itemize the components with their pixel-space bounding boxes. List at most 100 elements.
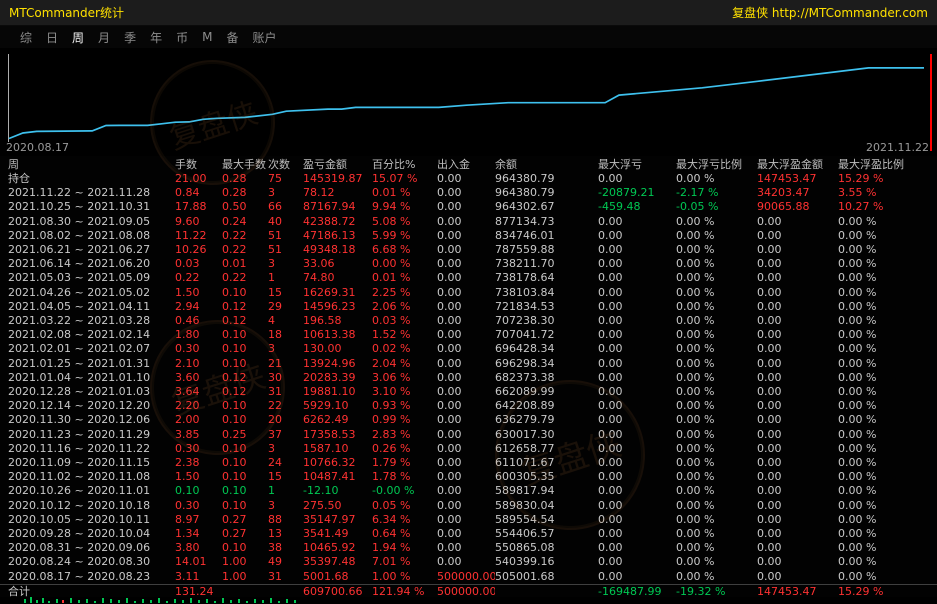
menu-item-m[interactable]: M (195, 30, 219, 44)
cell-count: 18 (268, 328, 303, 342)
cell-max-float-loss-ratio: 0.00 % (676, 215, 757, 229)
cell-lots: 0.30 (175, 342, 222, 356)
menu-item-bi[interactable]: 币 (169, 29, 195, 46)
cell-max-float-loss: 0.00 (598, 484, 676, 498)
cell-max-lots: 0.25 (222, 428, 268, 442)
cell-count: 24 (268, 456, 303, 470)
menu-item-ji[interactable]: 季 (117, 29, 143, 46)
cell-count: 3 (268, 257, 303, 271)
mini-bar (102, 598, 104, 603)
cell-count: 1 (268, 484, 303, 498)
table-row[interactable]: 2021.06.21 ~ 2021.06.2710.260.225149348.… (0, 243, 937, 257)
table-row[interactable]: 2021.05.03 ~ 2021.05.090.220.22174.800.0… (0, 271, 937, 285)
table-row[interactable]: 2021.04.26 ~ 2021.05.021.500.101516269.3… (0, 286, 937, 300)
equity-chart[interactable]: 2020.08.17 2021.11.22 (0, 48, 937, 156)
menu-item-ri[interactable]: 日 (39, 29, 65, 46)
table-row[interactable]: 2020.09.28 ~ 2020.10.041.340.27133541.49… (0, 527, 937, 541)
table-row[interactable]: 2021.10.25 ~ 2021.10.3117.880.506687167.… (0, 200, 937, 214)
col-header-max-float-profit-ratio[interactable]: 最大浮盈比例 (838, 156, 937, 172)
table-row[interactable]: 2021.02.01 ~ 2021.02.070.300.103130.000.… (0, 342, 937, 356)
cell-pl-amount: 47186.13 (303, 229, 372, 243)
table-row[interactable]: 2021.03.22 ~ 2021.03.280.460.124196.580.… (0, 314, 937, 328)
cell-balance: 707041.72 (495, 328, 598, 342)
col-header-week[interactable]: 周 (0, 156, 175, 172)
cell-deposit: 0.00 (437, 456, 495, 470)
cell-lots: 9.60 (175, 215, 222, 229)
menu-item-zhou[interactable]: 周 (65, 29, 91, 46)
table-row[interactable]: 2020.12.14 ~ 2020.12.202.200.10225929.10… (0, 399, 937, 413)
menu-item-yue[interactable]: 月 (91, 29, 117, 46)
cell-max-float-profit: 0.00 (757, 314, 838, 328)
cell-max-float-profit-ratio: 0.00 % (838, 541, 937, 555)
col-header-max-float-profit[interactable]: 最大浮盈金额 (757, 156, 838, 172)
table-row[interactable]: 2020.12.28 ~ 2021.01.033.640.123119881.1… (0, 385, 937, 399)
table-row[interactable]: 持仓21.000.2875145319.8715.07 %0.00964380.… (0, 172, 937, 186)
cell-max-lots: 0.12 (222, 371, 268, 385)
menu-item-nian[interactable]: 年 (143, 29, 169, 46)
cell-balance: 550865.08 (495, 541, 598, 555)
cell-max-lots: 0.10 (222, 357, 268, 371)
cell-max-lots: 0.01 (222, 257, 268, 271)
table-row[interactable]: 2021.02.08 ~ 2021.02.141.800.101810613.3… (0, 328, 937, 342)
col-header-pl-amount[interactable]: 盈亏金额 (303, 156, 372, 172)
table-row[interactable]: 2021.04.05 ~ 2021.04.112.940.122914596.2… (0, 300, 937, 314)
cell-count: 37 (268, 428, 303, 442)
table-row[interactable]: 2021.08.30 ~ 2021.09.059.600.244042388.7… (0, 215, 937, 229)
table-row[interactable]: 2020.10.26 ~ 2020.11.010.100.101-12.10-0… (0, 484, 937, 498)
table-row[interactable]: 2020.08.31 ~ 2020.09.063.800.103810465.9… (0, 541, 937, 555)
table-row[interactable]: 2020.08.24 ~ 2020.08.3014.011.004935397.… (0, 555, 937, 569)
cell-max-float-loss: 0.00 (598, 271, 676, 285)
table-row[interactable]: 2020.11.02 ~ 2020.11.081.500.101510487.4… (0, 470, 937, 484)
cell-pl-amount: 10766.32 (303, 456, 372, 470)
mini-bar (48, 601, 50, 603)
table-row[interactable]: 2021.06.14 ~ 2021.06.200.030.01333.060.0… (0, 257, 937, 271)
table-row[interactable]: 2020.11.23 ~ 2020.11.293.850.253717358.5… (0, 428, 937, 442)
cell-week: 2020.11.30 ~ 2020.12.06 (0, 413, 175, 427)
mini-bar (78, 600, 80, 603)
table-row[interactable]: 2021.01.25 ~ 2021.01.312.100.102113924.9… (0, 357, 937, 371)
cell-deposit: 0.00 (437, 470, 495, 484)
menu-item-zong[interactable]: 综 (13, 29, 39, 46)
cell-count: 15 (268, 286, 303, 300)
cell-pl-amount: 6262.49 (303, 413, 372, 427)
menu-item-bei[interactable]: 备 (219, 29, 245, 46)
cell-percent: 2.04 % (372, 357, 437, 371)
col-header-max-float-loss[interactable]: 最大浮亏 (598, 156, 676, 172)
table-row[interactable]: 2020.08.17 ~ 2020.08.233.111.00315001.68… (0, 570, 937, 585)
col-header-deposit[interactable]: 出入金 (437, 156, 495, 172)
cell-pl-amount: 130.00 (303, 342, 372, 356)
col-header-percent[interactable]: 百分比% (372, 156, 437, 172)
cell-max-float-loss: 0.00 (598, 399, 676, 413)
cell-max-lots: 0.27 (222, 513, 268, 527)
cell-max-float-loss: 0.00 (598, 570, 676, 585)
table-row[interactable]: 2020.11.09 ~ 2020.11.152.380.102410766.3… (0, 456, 937, 470)
mini-bar (166, 601, 168, 603)
stats-table: 周手数最大手数次数盈亏金额百分比%出入金余额最大浮亏最大浮亏比例最大浮盈金额最大… (0, 156, 937, 598)
table-row[interactable]: 2020.11.16 ~ 2020.11.220.300.1031587.100… (0, 442, 937, 456)
col-header-max-lots[interactable]: 最大手数 (222, 156, 268, 172)
titlebar-site-link[interactable]: 复盘侠 http://MTCommander.com (732, 4, 928, 21)
cell-max-float-profit: 147453.47 (757, 172, 838, 186)
col-header-count[interactable]: 次数 (268, 156, 303, 172)
cell-lots: 2.00 (175, 413, 222, 427)
table-row[interactable]: 2020.10.05 ~ 2020.10.118.970.278835147.9… (0, 513, 937, 527)
col-header-max-float-loss-ratio[interactable]: 最大浮亏比例 (676, 156, 757, 172)
cell-max-float-profit: 0.00 (757, 570, 838, 585)
cell-max-float-profit-ratio: 0.00 % (838, 357, 937, 371)
cell-deposit: 0.00 (437, 499, 495, 513)
cell-max-float-profit: 90065.88 (757, 200, 838, 214)
col-header-balance[interactable]: 余额 (495, 156, 598, 172)
cell-count: 88 (268, 513, 303, 527)
table-row[interactable]: 2020.11.30 ~ 2020.12.062.000.10206262.49… (0, 413, 937, 427)
table-row[interactable]: 2021.01.04 ~ 2021.01.103.600.123020283.3… (0, 371, 937, 385)
table-row[interactable]: 2021.08.02 ~ 2021.08.0811.220.225147186.… (0, 229, 937, 243)
cell-max-float-loss-ratio: 0.00 % (676, 286, 757, 300)
table-row[interactable]: 2021.11.22 ~ 2021.11.280.840.28378.120.0… (0, 186, 937, 200)
total-cell-count (268, 584, 303, 598)
cell-count: 51 (268, 229, 303, 243)
col-header-lots[interactable]: 手数 (175, 156, 222, 172)
cell-max-float-loss: -459.48 (598, 200, 676, 214)
mini-bar (62, 600, 64, 603)
table-row[interactable]: 2020.10.12 ~ 2020.10.180.300.103275.500.… (0, 499, 937, 513)
menu-item-zhanghu[interactable]: 账户 (245, 29, 283, 46)
